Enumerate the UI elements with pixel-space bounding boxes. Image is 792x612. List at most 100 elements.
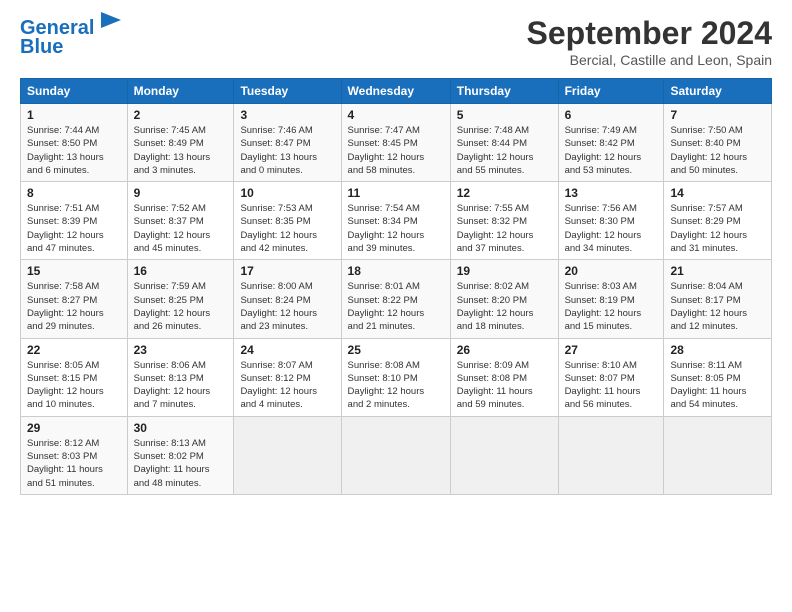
day-info: Sunrise: 7:49 AMSunset: 8:42 PMDaylight:… bbox=[565, 124, 658, 177]
calendar-cell: 13 Sunrise: 7:56 AMSunset: 8:30 PMDayligh… bbox=[558, 182, 664, 260]
day-number: 20 bbox=[565, 264, 658, 278]
calendar-cell: 9Sunrise: 7:52 AMSunset: 8:37 PMDaylight… bbox=[127, 182, 234, 260]
day-number: 25 bbox=[348, 343, 444, 357]
day-info: Sunrise: 8:13 AMSunset: 8:02 PMDaylight:… bbox=[134, 437, 228, 490]
day-number: 19 bbox=[457, 264, 552, 278]
day-number: 11 bbox=[348, 186, 444, 200]
day-number: 12 bbox=[457, 186, 552, 200]
day-info: Sunrise: 8:05 AMSunset: 8:15 PMDaylight:… bbox=[27, 359, 121, 412]
calendar-cell: 21 Sunrise: 8:04 AMSunset: 8:17 PMDayligh… bbox=[664, 260, 772, 338]
calendar-week-row: 1Sunrise: 7:44 AMSunset: 8:50 PMDaylight… bbox=[21, 104, 772, 182]
calendar-cell: 25 Sunrise: 8:08 AMSunset: 8:10 PMDayligh… bbox=[341, 338, 450, 416]
calendar-cell: 19 Sunrise: 8:02 AMSunset: 8:20 PMDayligh… bbox=[450, 260, 558, 338]
calendar-cell: 12 Sunrise: 7:55 AMSunset: 8:32 PMDayligh… bbox=[450, 182, 558, 260]
calendar-cell: 26Sunrise: 8:09 AMSunset: 8:08 PMDayligh… bbox=[450, 338, 558, 416]
header: General Blue September 2024 Bercial, Cas… bbox=[20, 15, 772, 68]
day-info: Sunrise: 7:56 AMSunset: 8:30 PMDaylight:… bbox=[565, 202, 658, 255]
day-number: 18 bbox=[348, 264, 444, 278]
day-number: 16 bbox=[134, 264, 228, 278]
day-number: 22 bbox=[27, 343, 121, 357]
day-info: Sunrise: 8:07 AMSunset: 8:12 PMDaylight:… bbox=[240, 359, 334, 412]
day-info: Sunrise: 8:02 AMSunset: 8:20 PMDaylight:… bbox=[457, 280, 552, 333]
calendar-cell bbox=[234, 416, 341, 494]
day-info: Sunrise: 8:12 AMSunset: 8:03 PMDaylight:… bbox=[27, 437, 121, 490]
calendar-header-sunday: Sunday bbox=[21, 79, 128, 104]
calendar-header-row: SundayMondayTuesdayWednesdayThursdayFrid… bbox=[21, 79, 772, 104]
day-info: Sunrise: 7:54 AMSunset: 8:34 PMDaylight:… bbox=[348, 202, 444, 255]
day-info: Sunrise: 7:53 AMSunset: 8:35 PMDaylight:… bbox=[240, 202, 334, 255]
day-number: 27 bbox=[565, 343, 658, 357]
calendar-header-tuesday: Tuesday bbox=[234, 79, 341, 104]
calendar-cell: 28 Sunrise: 8:11 AMSunset: 8:05 PMDayligh… bbox=[664, 338, 772, 416]
day-info: Sunrise: 8:03 AMSunset: 8:19 PMDaylight:… bbox=[565, 280, 658, 333]
calendar-week-row: 8 Sunrise: 7:51 AMSunset: 8:39 PMDaylight… bbox=[21, 182, 772, 260]
day-number: 4 bbox=[348, 108, 444, 122]
day-number: 7 bbox=[670, 108, 765, 122]
day-number: 24 bbox=[240, 343, 334, 357]
calendar-header-friday: Friday bbox=[558, 79, 664, 104]
day-info: Sunrise: 8:00 AMSunset: 8:24 PMDaylight:… bbox=[240, 280, 334, 333]
calendar-cell: 1Sunrise: 7:44 AMSunset: 8:50 PMDaylight… bbox=[21, 104, 128, 182]
day-number: 28 bbox=[670, 343, 765, 357]
calendar-header-thursday: Thursday bbox=[450, 79, 558, 104]
calendar-cell bbox=[341, 416, 450, 494]
calendar-cell: 11 Sunrise: 7:54 AMSunset: 8:34 PMDayligh… bbox=[341, 182, 450, 260]
day-number: 15 bbox=[27, 264, 121, 278]
calendar-week-row: 29 Sunrise: 8:12 AMSunset: 8:03 PMDayligh… bbox=[21, 416, 772, 494]
calendar-cell: 30Sunrise: 8:13 AMSunset: 8:02 PMDayligh… bbox=[127, 416, 234, 494]
calendar-cell: 14 Sunrise: 7:57 AMSunset: 8:29 PMDayligh… bbox=[664, 182, 772, 260]
calendar-cell: 16 Sunrise: 7:59 AMSunset: 8:25 PMDayligh… bbox=[127, 260, 234, 338]
calendar-cell bbox=[450, 416, 558, 494]
day-info: Sunrise: 7:47 AMSunset: 8:45 PMDaylight:… bbox=[348, 124, 444, 177]
day-number: 23 bbox=[134, 343, 228, 357]
day-info: Sunrise: 7:58 AMSunset: 8:27 PMDaylight:… bbox=[27, 280, 121, 333]
day-info: Sunrise: 8:04 AMSunset: 8:17 PMDaylight:… bbox=[670, 280, 765, 333]
calendar-cell: 17 Sunrise: 8:00 AMSunset: 8:24 PMDayligh… bbox=[234, 260, 341, 338]
calendar-cell: 3Sunrise: 7:46 AMSunset: 8:47 PMDaylight… bbox=[234, 104, 341, 182]
calendar-cell: 15 Sunrise: 7:58 AMSunset: 8:27 PMDayligh… bbox=[21, 260, 128, 338]
day-number: 2 bbox=[134, 108, 228, 122]
calendar-week-row: 15 Sunrise: 7:58 AMSunset: 8:27 PMDayligh… bbox=[21, 260, 772, 338]
day-number: 5 bbox=[457, 108, 552, 122]
day-info: Sunrise: 7:48 AMSunset: 8:44 PMDaylight:… bbox=[457, 124, 552, 177]
day-info: Sunrise: 8:06 AMSunset: 8:13 PMDaylight:… bbox=[134, 359, 228, 412]
day-number: 21 bbox=[670, 264, 765, 278]
page: General Blue September 2024 Bercial, Cas… bbox=[0, 0, 792, 612]
day-number: 29 bbox=[27, 421, 121, 435]
main-title: September 2024 bbox=[527, 15, 772, 52]
calendar-header-wednesday: Wednesday bbox=[341, 79, 450, 104]
calendar-week-row: 22 Sunrise: 8:05 AMSunset: 8:15 PMDayligh… bbox=[21, 338, 772, 416]
logo-icon bbox=[96, 10, 126, 40]
calendar-cell: 2Sunrise: 7:45 AMSunset: 8:49 PMDaylight… bbox=[127, 104, 234, 182]
day-number: 14 bbox=[670, 186, 765, 200]
calendar-cell: 10 Sunrise: 7:53 AMSunset: 8:35 PMDayligh… bbox=[234, 182, 341, 260]
day-info: Sunrise: 7:57 AMSunset: 8:29 PMDaylight:… bbox=[670, 202, 765, 255]
calendar-cell: 18 Sunrise: 8:01 AMSunset: 8:22 PMDayligh… bbox=[341, 260, 450, 338]
calendar-cell: 5 Sunrise: 7:48 AMSunset: 8:44 PMDaylight… bbox=[450, 104, 558, 182]
day-info: Sunrise: 7:50 AMSunset: 8:40 PMDaylight:… bbox=[670, 124, 765, 177]
day-info: Sunrise: 8:01 AMSunset: 8:22 PMDaylight:… bbox=[348, 280, 444, 333]
day-number: 13 bbox=[565, 186, 658, 200]
logo: General Blue bbox=[20, 15, 126, 58]
calendar-cell: 27 Sunrise: 8:10 AMSunset: 8:07 PMDayligh… bbox=[558, 338, 664, 416]
day-info: Sunrise: 8:10 AMSunset: 8:07 PMDaylight:… bbox=[565, 359, 658, 412]
day-number: 8 bbox=[27, 186, 121, 200]
calendar-cell: 4 Sunrise: 7:47 AMSunset: 8:45 PMDaylight… bbox=[341, 104, 450, 182]
calendar-cell bbox=[558, 416, 664, 494]
day-number: 1 bbox=[27, 108, 121, 122]
day-info: Sunrise: 7:51 AMSunset: 8:39 PMDaylight:… bbox=[27, 202, 121, 255]
day-info: Sunrise: 8:11 AMSunset: 8:05 PMDaylight:… bbox=[670, 359, 765, 412]
calendar-cell: 29 Sunrise: 8:12 AMSunset: 8:03 PMDayligh… bbox=[21, 416, 128, 494]
day-info: Sunrise: 7:46 AMSunset: 8:47 PMDaylight:… bbox=[240, 124, 334, 177]
day-info: Sunrise: 7:55 AMSunset: 8:32 PMDaylight:… bbox=[457, 202, 552, 255]
day-number: 10 bbox=[240, 186, 334, 200]
day-info: Sunrise: 8:08 AMSunset: 8:10 PMDaylight:… bbox=[348, 359, 444, 412]
subtitle: Bercial, Castille and Leon, Spain bbox=[527, 52, 772, 68]
calendar-cell: 24 Sunrise: 8:07 AMSunset: 8:12 PMDayligh… bbox=[234, 338, 341, 416]
logo-blue: Blue bbox=[20, 36, 63, 58]
calendar-header-saturday: Saturday bbox=[664, 79, 772, 104]
calendar-cell: 7 Sunrise: 7:50 AMSunset: 8:40 PMDaylight… bbox=[664, 104, 772, 182]
day-info: Sunrise: 7:59 AMSunset: 8:25 PMDaylight:… bbox=[134, 280, 228, 333]
calendar-table: SundayMondayTuesdayWednesdayThursdayFrid… bbox=[20, 78, 772, 495]
day-number: 17 bbox=[240, 264, 334, 278]
